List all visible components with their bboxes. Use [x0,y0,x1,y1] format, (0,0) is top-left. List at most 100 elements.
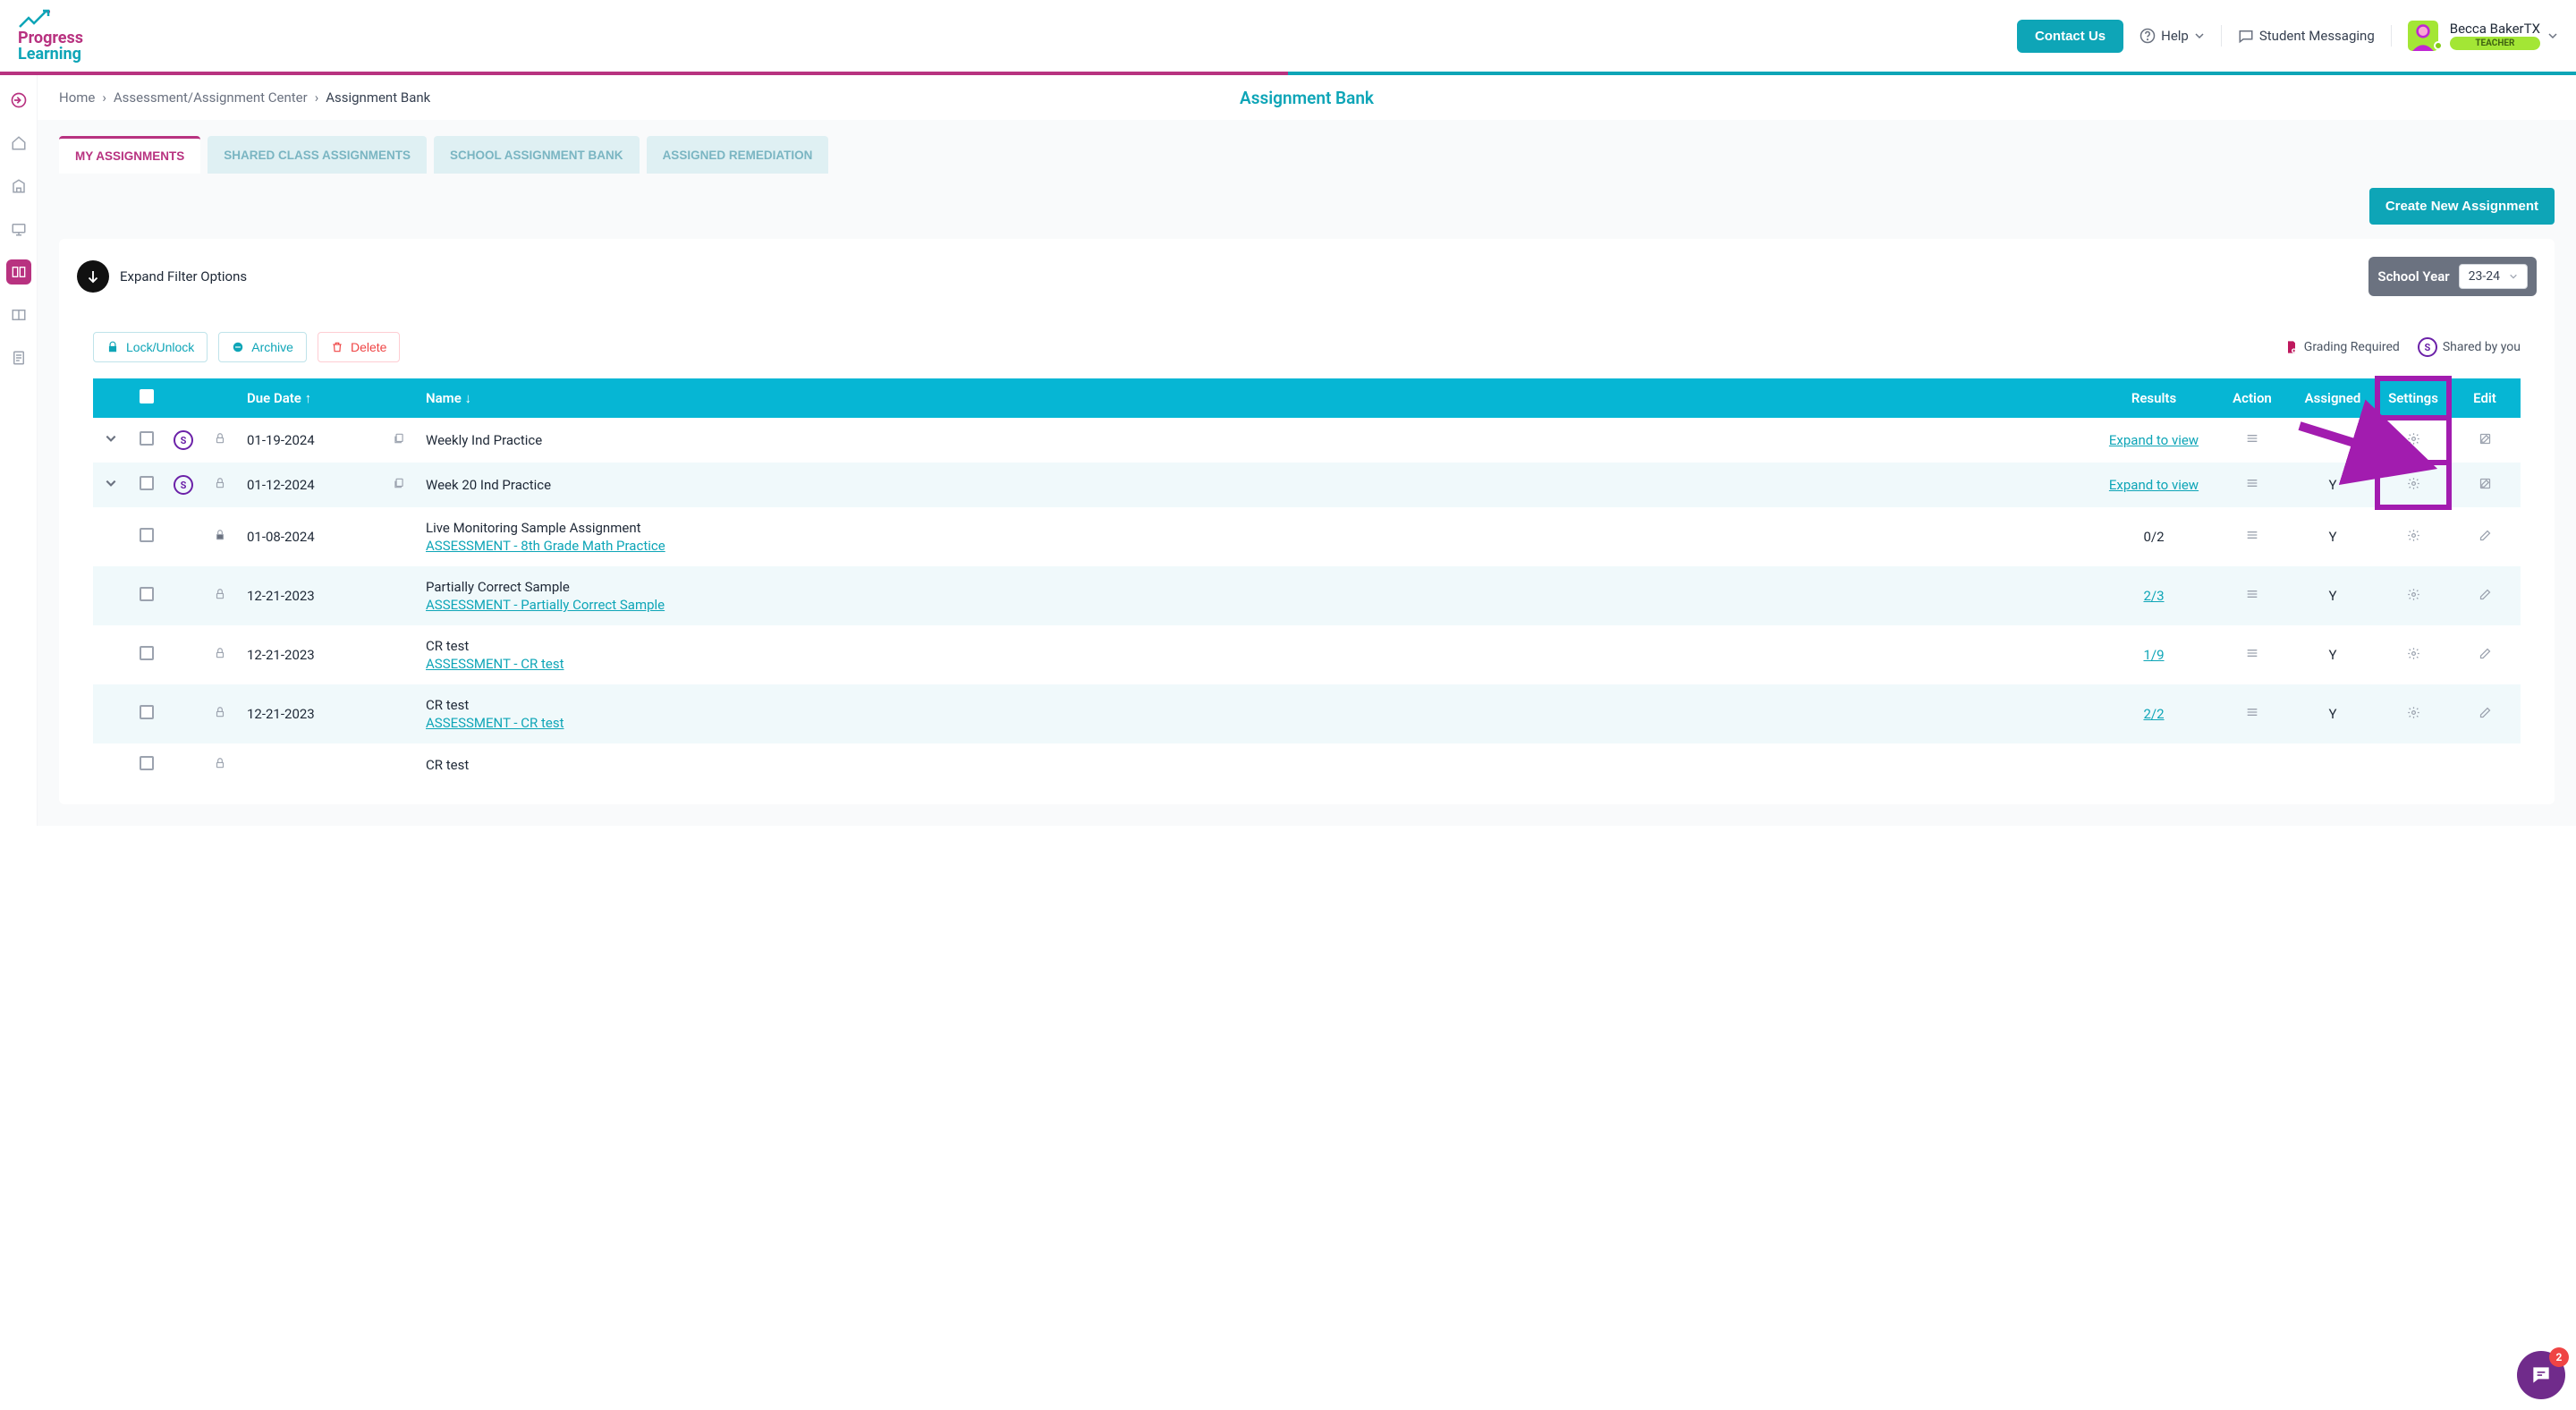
results-value[interactable]: 2/2 [2143,706,2164,722]
results-value[interactable]: Expand to view [2109,432,2199,448]
expand-row-toggle[interactable] [105,477,117,493]
edit-pencil-icon[interactable] [2479,648,2492,664]
help-menu[interactable]: Help [2140,28,2205,44]
row-checkbox[interactable] [140,431,154,446]
settings-gear-icon[interactable] [2407,530,2420,546]
expand-filter-toggle[interactable] [77,260,109,293]
filter-card: Expand Filter Options School Year 23-24 [59,239,2555,804]
row-checkbox[interactable] [140,756,154,770]
assessment-link[interactable]: ASSESSMENT - 8th Grade Math Practice [426,538,2082,554]
logo-mark-icon [18,9,50,29]
col-due-date[interactable]: Due Date [247,390,301,406]
assigned-cell: Y [2288,463,2377,507]
lock-icon[interactable] [214,757,226,773]
col-name[interactable]: Name [426,390,462,406]
breadcrumb-bar: Home › Assessment/Assignment Center › As… [38,75,2576,120]
lock-icon[interactable] [214,647,226,663]
duplicate-icon[interactable] [393,477,405,493]
logo-text-2: Learning [18,47,83,63]
tab-school-bank[interactable]: SCHOOL ASSIGNMENT BANK [434,136,640,174]
settings-gear-icon[interactable] [2407,707,2420,723]
results-value[interactable]: 2/3 [2143,588,2164,604]
sidenav-classes[interactable] [6,217,31,242]
settings-gear-icon[interactable] [2407,433,2420,449]
sidenav-collapse[interactable] [6,88,31,113]
edit-pencil-icon[interactable] [2479,530,2492,546]
lock-unlock-button[interactable]: Lock/Unlock [93,332,208,362]
row-checkbox[interactable] [140,705,154,719]
action-menu-icon[interactable] [2245,707,2259,723]
lock-icon[interactable] [214,706,226,722]
duplicate-icon[interactable] [393,432,405,448]
tab-my-assignments[interactable]: MY ASSIGNMENTS [59,136,200,174]
sort-up-icon: ↑ [305,390,312,406]
arrow-down-icon [85,268,101,285]
document-icon [11,350,27,366]
breadcrumb-center[interactable]: Assessment/Assignment Center [114,89,308,106]
sidenav [0,75,38,826]
chevron-right-icon: › [315,89,319,106]
sidenav-school[interactable] [6,174,31,199]
due-date-cell: 12-21-2023 [238,566,381,625]
action-menu-icon[interactable] [2245,530,2259,546]
action-menu-icon[interactable] [2245,648,2259,664]
logo[interactable]: Progress Learning [18,9,83,63]
due-date-cell: 12-21-2023 [238,625,381,684]
settings-gear-icon[interactable] [2407,589,2420,605]
assessment-link[interactable]: ASSESSMENT - Partially Correct Sample [426,597,2082,613]
main: Home › Assessment/Assignment Center › As… [38,75,2576,826]
action-menu-icon[interactable] [2245,433,2259,449]
archive-button[interactable]: Archive [218,332,307,362]
row-checkbox[interactable] [140,646,154,660]
select-all-checkbox[interactable] [140,389,154,403]
tab-remediation[interactable]: ASSIGNED REMEDIATION [647,136,829,174]
results-value[interactable]: 1/9 [2143,647,2164,663]
settings-gear-icon[interactable] [2407,648,2420,664]
sidenav-reports[interactable] [6,345,31,370]
delete-button[interactable]: Delete [318,332,400,362]
shared-icon: S [174,475,193,495]
delete-label: Delete [351,340,386,354]
sidenav-assignments[interactable] [6,259,31,285]
expand-row-toggle[interactable] [105,432,117,448]
tab-shared-class[interactable]: SHARED CLASS ASSIGNMENTS [208,136,427,174]
lock-icon[interactable] [214,432,226,448]
school-year-select[interactable]: 23-24 [2459,264,2528,289]
assessment-link[interactable]: ASSESSMENT - CR test [426,656,2082,672]
sidenav-library[interactable] [6,302,31,327]
edit-icon[interactable] [2479,433,2492,449]
breadcrumb-home[interactable]: Home [59,89,95,106]
toolbar: Lock/Unlock Archive Delete [93,332,2521,362]
assessment-link[interactable]: ASSESSMENT - CR test [426,715,2082,731]
chat-widget[interactable]: 2 [2517,1351,2565,1399]
lock-icon[interactable] [214,529,226,545]
results-value[interactable]: Expand to view [2109,477,2199,493]
action-menu-icon[interactable] [2245,589,2259,605]
edit-pencil-icon[interactable] [2479,589,2492,605]
school-year-label: School Year [2377,268,2449,285]
monitor-icon [11,221,27,237]
page-title: Assignment Bank [1240,88,1374,108]
assigned-cell: Y [2288,507,2377,566]
status-dot-icon [2434,41,2443,50]
user-menu[interactable]: Becca BakerTX TEACHER [2408,21,2558,51]
assigned-cell: Y [2288,684,2377,743]
action-menu-icon[interactable] [2245,478,2259,494]
contact-us-button[interactable]: Contact Us [2017,20,2123,53]
settings-gear-icon[interactable] [2407,478,2420,494]
assigned-cell [2288,743,2377,786]
sidenav-home[interactable] [6,131,31,156]
help-icon [2140,28,2156,44]
chevron-right-icon: › [102,89,106,106]
edit-pencil-icon[interactable] [2479,707,2492,723]
row-checkbox[interactable] [140,587,154,601]
edit-icon[interactable] [2479,478,2492,494]
create-assignment-button[interactable]: Create New Assignment [2369,188,2555,225]
archive-label: Archive [251,340,293,354]
row-checkbox[interactable] [140,476,154,490]
lock-icon[interactable] [214,588,226,604]
lock-icon[interactable] [214,477,226,493]
row-checkbox[interactable] [140,528,154,542]
results-value: 0/2 [2143,529,2164,545]
student-messaging-link[interactable]: Student Messaging [2238,28,2375,44]
